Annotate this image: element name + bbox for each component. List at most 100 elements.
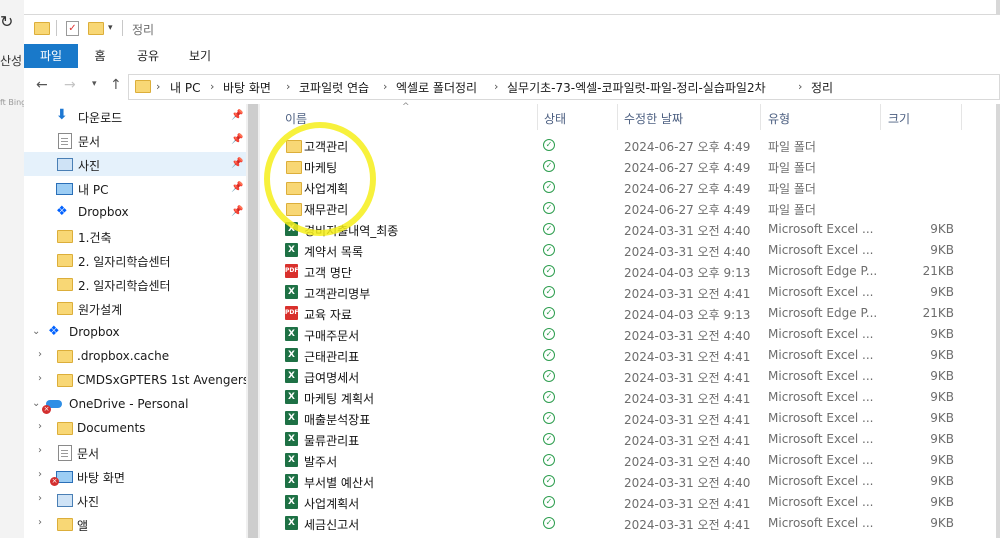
file-date: 2024-03-31 오전 4:40 — [624, 476, 751, 490]
excel-file-icon: X — [285, 327, 298, 341]
file-date: 2024-06-27 오후 4:49 — [624, 203, 751, 217]
sync-status-ok-icon: ✓ — [543, 475, 555, 487]
chevron-down-icon[interactable]: ⌄ — [32, 326, 40, 337]
chevron-right-icon[interactable]: › — [38, 349, 42, 360]
chevron-right-icon[interactable]: › — [38, 445, 42, 456]
chevron-right-icon[interactable]: › — [38, 469, 42, 480]
sync-status-ok-icon: ✓ — [543, 454, 555, 466]
file-type: Microsoft Excel ... — [768, 327, 874, 341]
dropbox-icon: ❖ — [48, 324, 60, 339]
column-header-date[interactable]: 수정한 날짜 — [624, 110, 683, 127]
sync-status-ok-icon: ✓ — [543, 517, 555, 529]
tab-view[interactable]: 보기 — [186, 44, 214, 68]
pictures-icon — [57, 494, 73, 507]
chevron-right-icon[interactable]: › — [38, 421, 42, 432]
column-divider[interactable] — [760, 104, 761, 130]
tab-file[interactable]: 파일 — [24, 44, 78, 68]
window-title: 정리 — [132, 23, 155, 37]
new-folder-icon[interactable] — [88, 22, 104, 35]
breadcrumb-desktop[interactable]: 바탕 화면 — [223, 79, 271, 96]
file-date: 2024-03-31 오전 4:41 — [624, 287, 751, 301]
column-header-name[interactable]: 이름 — [285, 110, 307, 127]
breadcrumb-excel-folder[interactable]: 엑셀로 폴더정리 — [396, 79, 477, 96]
folder-icon — [34, 22, 50, 35]
nav-item-label: 다운로드 — [78, 111, 123, 125]
excel-file-icon: X — [285, 348, 298, 362]
forward-icon[interactable]: → — [64, 77, 76, 93]
file-date: 2024-06-27 오후 4:49 — [624, 182, 751, 196]
file-size: 9KB — [930, 516, 954, 530]
chevron-right-icon[interactable]: › — [38, 493, 42, 504]
folder-icon — [57, 374, 73, 387]
refresh-icon: ↻ — [0, 12, 14, 31]
excel-file-icon: X — [285, 390, 298, 404]
file-size: 21KB — [922, 306, 954, 320]
file-type: 파일 폴더 — [768, 161, 816, 175]
pin-icon[interactable]: 📌 — [231, 134, 243, 145]
chevron-right-icon[interactable]: › — [38, 373, 42, 384]
breadcrumb-copilot-practice[interactable]: 코파일럿 연습 — [299, 79, 369, 96]
toolbar-divider — [56, 20, 57, 36]
column-divider[interactable] — [880, 104, 881, 130]
up-icon[interactable]: ↑ — [110, 77, 122, 93]
sync-status-ok-icon: ✓ — [543, 307, 555, 319]
file-name: 매출분석장표 — [304, 413, 371, 427]
chevron-right-icon[interactable]: › — [494, 80, 498, 93]
chevron-right-icon[interactable]: › — [798, 80, 802, 93]
background-window — [0, 0, 24, 538]
file-type: 파일 폴더 — [768, 203, 816, 217]
chevron-right-icon[interactable]: › — [383, 80, 387, 93]
pin-icon[interactable]: 📌 — [231, 206, 243, 217]
column-divider[interactable] — [961, 104, 962, 130]
nav-scrollbar-thumb[interactable] — [248, 104, 258, 538]
background-window-faint-text: ft Bing — [0, 98, 27, 107]
chevron-right-icon[interactable]: › — [210, 80, 214, 93]
excel-file-icon: X — [285, 369, 298, 383]
breadcrumb-practice-files[interactable]: 실무기초-73-엑셀-코파일럿-파일-정리-실습파일2차 — [507, 79, 766, 96]
file-date: 2024-03-31 오전 4:40 — [624, 455, 751, 469]
tab-share[interactable]: 공유 — [132, 44, 164, 68]
folder-icon — [57, 350, 73, 363]
file-name: 급여명세서 — [304, 371, 360, 385]
nav-item-label: 1.건축 — [78, 231, 112, 245]
sync-status-ok-icon: ✓ — [543, 244, 555, 256]
download-icon: ⬇ — [56, 107, 68, 123]
file-name: 마케팅 — [304, 161, 338, 175]
column-header-status[interactable]: 상태 — [544, 110, 566, 127]
nav-item-label: Dropbox — [69, 325, 120, 339]
file-type: 파일 폴더 — [768, 140, 816, 154]
file-size: 9KB — [930, 222, 954, 236]
chevron-right-icon[interactable]: › — [286, 80, 290, 93]
nav-item-label: 2. 일자리학습센터 — [78, 279, 171, 293]
sync-status-ok-icon: ✓ — [543, 139, 555, 151]
chevron-right-icon[interactable]: › — [156, 80, 160, 93]
quick-access-dropdown-icon[interactable]: ▾ — [108, 23, 113, 33]
pin-icon[interactable]: 📌 — [231, 158, 243, 169]
pin-icon[interactable]: 📌 — [231, 110, 243, 121]
file-name: 사업계획서 — [304, 497, 360, 511]
chevron-right-icon[interactable]: › — [38, 517, 42, 528]
excel-file-icon: X — [285, 495, 298, 509]
recent-locations-icon[interactable]: ▾ — [92, 79, 97, 89]
properties-icon[interactable]: ✓ — [66, 21, 79, 36]
pdf-file-icon: PDF — [285, 264, 298, 278]
pdf-file-icon: PDF — [285, 306, 298, 320]
column-header-type[interactable]: 유형 — [768, 110, 790, 127]
file-type: Microsoft Excel ... — [768, 495, 874, 509]
file-type: 파일 폴더 — [768, 182, 816, 196]
column-divider[interactable] — [537, 104, 538, 130]
file-name: 발주서 — [304, 455, 338, 469]
background-window-text: 산성 — [0, 54, 23, 68]
column-header-size[interactable]: 크기 — [888, 110, 910, 127]
breadcrumb-current[interactable]: 정리 — [811, 79, 833, 96]
tab-home[interactable]: 홈 — [86, 44, 114, 68]
folder-icon — [286, 161, 302, 174]
breadcrumb-pc[interactable]: 내 PC — [170, 79, 200, 96]
chevron-down-icon[interactable]: ⌄ — [32, 398, 40, 409]
pin-icon[interactable]: 📌 — [231, 182, 243, 193]
title-bar — [24, 14, 1000, 45]
back-icon[interactable]: ← — [36, 77, 48, 93]
column-divider[interactable] — [617, 104, 618, 130]
file-size: 9KB — [930, 411, 954, 425]
file-size: 9KB — [930, 327, 954, 341]
